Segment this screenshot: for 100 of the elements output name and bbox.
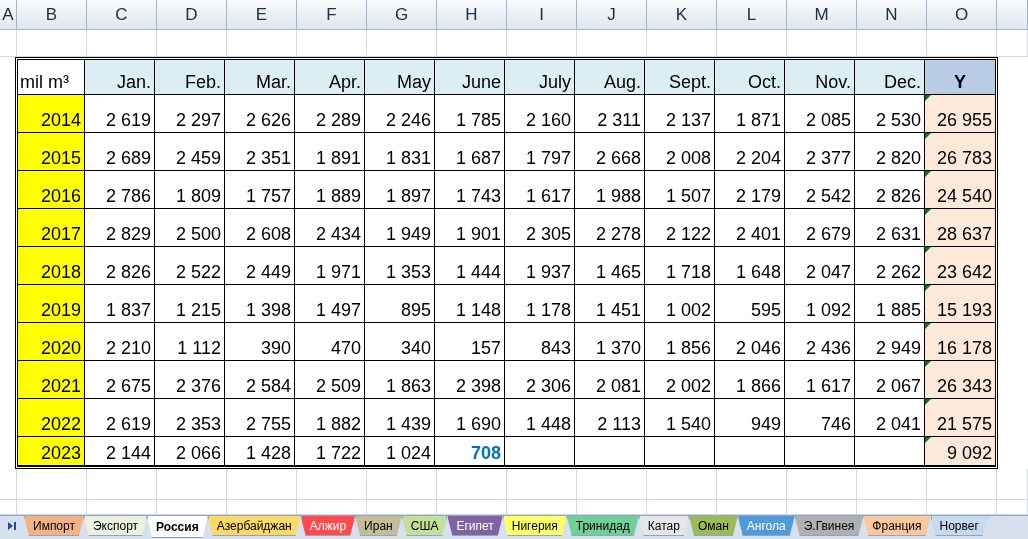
sheet-tab[interactable]: Египет xyxy=(447,516,503,536)
table-cell: 1 439 xyxy=(365,399,435,437)
table-cell: 2 675 xyxy=(85,361,155,399)
empty-cell xyxy=(157,30,227,57)
table-cell: 2 398 xyxy=(435,361,505,399)
column-header[interactable]: B xyxy=(45,1,58,28)
table-cell: 2 542 xyxy=(785,171,855,209)
table-cell: 2 608 xyxy=(225,209,295,247)
total-cell: 21 575 xyxy=(936,415,992,433)
table-cell: 2 113 xyxy=(575,399,645,437)
column-header[interactable]: O xyxy=(954,1,969,28)
sheet-tab[interactable]: США xyxy=(401,516,448,536)
empty-cell xyxy=(227,469,297,500)
table-cell: 2 434 xyxy=(295,209,365,247)
table-cell: 1 002 xyxy=(645,285,715,323)
table-cell: 2 210 xyxy=(85,323,155,361)
column-header[interactable]: C xyxy=(115,1,128,28)
table-cell: 1 540 xyxy=(645,399,715,437)
sheet-tab[interactable]: Катар xyxy=(638,516,689,536)
table-cell: 1 687 xyxy=(435,133,505,171)
empty-cell xyxy=(507,469,577,500)
sheet-tab[interactable]: Импорт xyxy=(24,516,84,536)
table-cell: 2 755 xyxy=(225,399,295,437)
table-cell: 1 897 xyxy=(365,171,435,209)
column-header[interactable]: N xyxy=(885,1,898,28)
table-cell: 595 xyxy=(715,285,785,323)
column-header[interactable]: L xyxy=(746,1,757,28)
column-heading: July xyxy=(505,60,575,95)
table-cell: 1 497 xyxy=(295,285,365,323)
table-cell: 2 679 xyxy=(785,209,855,247)
column-header[interactable]: J xyxy=(607,1,616,28)
table-cell: 1 444 xyxy=(435,247,505,285)
table-cell: 2 619 xyxy=(85,399,155,437)
table-cell: 1 757 xyxy=(225,171,295,209)
empty-cell xyxy=(857,469,927,500)
sheet-tab[interactable]: Франция xyxy=(863,516,931,536)
table-cell: 746 xyxy=(785,399,855,437)
table-cell: 2 619 xyxy=(85,95,155,133)
table-cell: 1 988 xyxy=(575,171,645,209)
table-cell: 470 xyxy=(295,323,365,361)
table-cell: 1 024 xyxy=(365,437,435,466)
column-heading: Oct. xyxy=(715,60,785,95)
table-cell: 2 377 xyxy=(785,133,855,171)
sheet-tab[interactable]: Азербайджан xyxy=(207,516,301,536)
empty-cell xyxy=(997,30,1028,57)
empty-cell xyxy=(927,30,997,57)
empty-cell xyxy=(367,30,437,57)
year-cell: 2016 xyxy=(18,171,85,209)
table-cell: 1 148 xyxy=(435,285,505,323)
table-cell: 390 xyxy=(225,323,295,361)
table-cell: 1 882 xyxy=(295,399,365,437)
empty-cell xyxy=(157,469,227,500)
table-cell: 2 826 xyxy=(85,247,155,285)
year-cell: 2022 xyxy=(18,399,85,437)
table-cell: 2 085 xyxy=(785,95,855,133)
table-cell: 1 722 xyxy=(295,437,365,466)
column-header[interactable]: G xyxy=(394,1,409,28)
sheet-tab[interactable]: Норвег xyxy=(930,516,988,536)
column-header[interactable]: M xyxy=(814,1,829,28)
empty-cell xyxy=(787,30,857,57)
sheet-tab[interactable]: Нигерия xyxy=(502,516,567,536)
last-arrow-icon xyxy=(8,522,16,530)
column-heading: Dec. xyxy=(855,60,925,95)
table-cell: 340 xyxy=(365,323,435,361)
table-cell: 1 178 xyxy=(505,285,575,323)
table-cell: 2 311 xyxy=(575,95,645,133)
table-cell: 1 215 xyxy=(155,285,225,323)
empty-cell xyxy=(437,30,507,57)
sheet-tab[interactable]: Э.Гвинея xyxy=(794,516,864,536)
table-cell: 1 448 xyxy=(505,399,575,437)
column-header[interactable]: F xyxy=(326,1,337,28)
column-header[interactable]: K xyxy=(675,1,688,28)
table-cell: 1 797 xyxy=(505,133,575,171)
column-header[interactable]: E xyxy=(255,1,268,28)
sheet-tab[interactable]: Тринидад xyxy=(566,516,639,536)
table-cell: 895 xyxy=(365,285,435,323)
column-heading: Aug. xyxy=(575,60,645,95)
sheet-tab[interactable]: Оман xyxy=(688,516,738,536)
empty-cell xyxy=(645,437,715,466)
empty-cell xyxy=(297,469,367,500)
column-header[interactable]: I xyxy=(539,1,544,28)
column-heading: June xyxy=(435,60,505,95)
empty-cell xyxy=(227,30,297,57)
table-cell: 1 901 xyxy=(435,209,505,247)
empty-cell xyxy=(0,30,17,57)
total-cell: 26 783 xyxy=(936,149,992,167)
table-cell: 2 066 xyxy=(155,437,225,466)
table-cell: 2 002 xyxy=(645,361,715,399)
total-cell: 15 193 xyxy=(936,301,992,319)
sheet-tab[interactable]: Иран xyxy=(355,516,402,536)
sheet-tab[interactable]: Россия xyxy=(147,516,208,538)
empty-cell xyxy=(927,469,997,500)
sheet-tab[interactable]: Экспорт xyxy=(83,516,148,536)
empty-cell xyxy=(575,437,645,466)
empty-cell xyxy=(507,30,577,57)
column-header[interactable]: D xyxy=(185,1,198,28)
empty-cell xyxy=(87,469,157,500)
column-header[interactable]: H xyxy=(465,1,478,28)
total-cell: 28 637 xyxy=(936,225,992,243)
column-header[interactable]: A xyxy=(2,1,14,28)
